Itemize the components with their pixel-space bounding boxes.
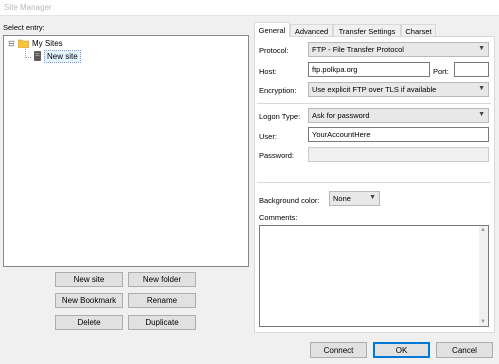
- scroll-up-icon[interactable]: ▲: [480, 227, 486, 233]
- port-input[interactable]: [454, 62, 489, 77]
- host-label: Host:: [259, 67, 277, 76]
- background-color-label: Background color:: [259, 196, 320, 205]
- background-color-select[interactable]: None ▼: [329, 191, 380, 206]
- chevron-down-icon: ▼: [478, 45, 485, 52]
- duplicate-button[interactable]: Duplicate: [128, 315, 196, 330]
- encryption-label: Encryption:: [259, 86, 297, 95]
- chevron-down-icon: ▼: [478, 111, 485, 118]
- comments-label: Comments:: [259, 213, 298, 222]
- divider: [257, 103, 491, 104]
- user-label: User:: [259, 132, 277, 141]
- logon-type-label: Logon Type:: [259, 112, 301, 121]
- user-input[interactable]: YourAccountHere: [308, 127, 489, 142]
- tree-connector: [25, 57, 31, 58]
- folder-icon: [17, 39, 30, 49]
- password-label: Password:: [259, 151, 295, 160]
- host-input[interactable]: ftp.polkpa.org: [308, 62, 430, 77]
- delete-button[interactable]: Delete: [55, 315, 123, 330]
- protocol-label: Protocol:: [259, 46, 289, 55]
- tree-item-new-site[interactable]: New site: [44, 50, 81, 63]
- chevron-down-icon: ▼: [369, 194, 376, 201]
- rename-button[interactable]: Rename: [128, 293, 196, 308]
- ok-button[interactable]: OK: [373, 342, 430, 358]
- divider: [257, 182, 491, 183]
- connect-button[interactable]: Connect: [310, 342, 367, 358]
- protocol-value: FTP - File Transfer Protocol: [312, 45, 404, 54]
- site-tree[interactable]: ⊟ My Sites New site: [3, 35, 249, 267]
- tree-expander-icon[interactable]: ⊟: [8, 40, 16, 48]
- logon-type-value: Ask for password: [312, 111, 370, 120]
- server-icon: [34, 51, 41, 61]
- title-bar: Site Manager: [0, 0, 499, 16]
- encryption-value: Use explicit FTP over TLS if available: [312, 85, 437, 94]
- comments-textarea[interactable]: ▲ ▼: [259, 225, 489, 327]
- select-entry-label: Select entry:: [3, 23, 45, 32]
- window-title: Site Manager: [4, 3, 52, 12]
- logon-type-select[interactable]: Ask for password ▼: [308, 108, 489, 123]
- tab-general[interactable]: General: [254, 22, 290, 37]
- new-folder-button[interactable]: New folder: [128, 272, 196, 287]
- scroll-down-icon[interactable]: ▼: [480, 319, 486, 325]
- tree-item-my-sites[interactable]: My Sites: [32, 39, 63, 48]
- new-bookmark-button[interactable]: New Bookmark: [55, 293, 123, 308]
- chevron-down-icon: ▼: [478, 85, 485, 92]
- new-site-button[interactable]: New site: [55, 272, 123, 287]
- port-label: Port:: [433, 67, 449, 76]
- comments-scrollbar[interactable]: ▲ ▼: [479, 226, 488, 326]
- protocol-select[interactable]: FTP - File Transfer Protocol ▼: [308, 42, 489, 57]
- encryption-select[interactable]: Use explicit FTP over TLS if available ▼: [308, 82, 489, 97]
- cancel-button[interactable]: Cancel: [436, 342, 493, 358]
- password-input[interactable]: [308, 147, 489, 162]
- background-color-value: None: [333, 194, 351, 203]
